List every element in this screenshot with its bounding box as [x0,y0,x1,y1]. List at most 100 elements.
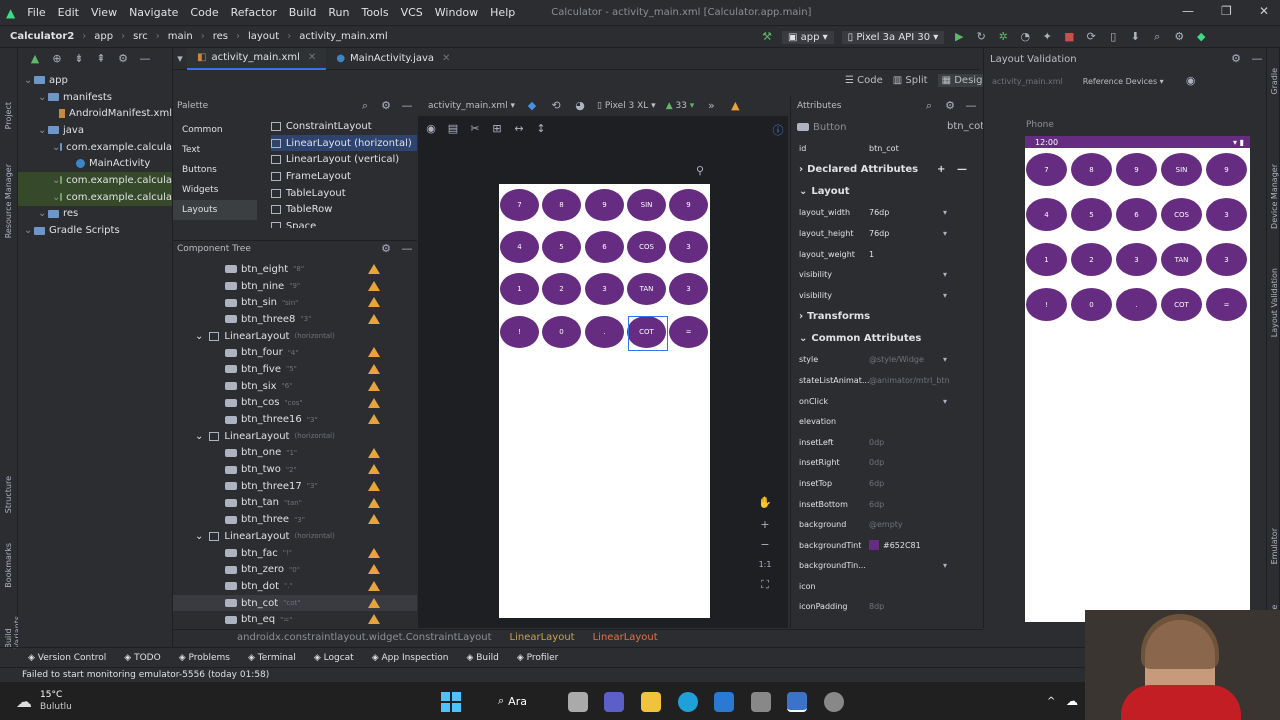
hide-panel-icon[interactable]: — [138,52,152,66]
search-icon[interactable]: ⌕ [1150,30,1164,44]
menu-item-code[interactable]: Code [184,6,224,19]
component-tree-row[interactable]: btn_eight "8" [173,261,417,278]
zoom-fit-icon[interactable]: ⛶ [758,578,772,592]
expand-chevron-icon[interactable]: ⌄ [24,75,34,86]
attr-value[interactable]: #652C81 [883,541,921,550]
attr-value[interactable]: 8dp [869,602,884,611]
maximize-icon[interactable]: ❐ [1221,4,1232,18]
collapse-chevron-icon[interactable]: ⌄ [195,531,203,542]
autoconnect-icon[interactable]: ✂ [468,122,482,136]
calc-button[interactable]: 9 [585,189,624,221]
tool-window-logcat[interactable]: ◈ Logcat [314,653,354,663]
component-tree-row[interactable]: btn_five "5" [173,361,417,378]
warning-icon[interactable] [368,564,380,575]
bookmarks-tool-label[interactable]: Bookmarks [4,543,13,588]
component-tree-row[interactable]: btn_three17 "3" [173,478,417,495]
calc-button[interactable]: SIN [627,189,666,221]
attr-value[interactable]: 76dp [869,229,889,238]
attach-debugger-icon[interactable]: ✦ [1040,30,1054,44]
component-tree-hide-icon[interactable]: — [400,242,414,256]
breadcrumb-item[interactable]: res [209,31,232,42]
attributes-gear-icon[interactable]: ⚙ [943,99,957,113]
breadcrumb-item[interactable]: activity_main.xml [295,31,391,42]
calc-button[interactable]: 3 [585,273,624,305]
validation-hide-icon[interactable]: — [1250,52,1264,66]
palette-item[interactable]: FrameLayout [270,168,417,185]
attr-id-value[interactable]: btn_cot [869,144,899,153]
teams-chat-icon[interactable] [604,692,624,712]
expand-chevron-icon[interactable]: ⌄ [38,125,48,136]
project-tool-label[interactable]: Project [4,102,13,129]
debug-icon[interactable]: ✲ [996,30,1010,44]
menu-item-window[interactable]: Window [429,6,484,19]
warning-icon[interactable] [368,547,380,558]
view-mode-split[interactable]: ▥ Split [893,75,928,86]
calc-button[interactable]: . [585,316,624,348]
structure-tool-label[interactable]: Structure [4,476,13,513]
emulator-tool-label[interactable]: Emulator [1270,528,1279,564]
calc-button[interactable]: = [669,316,708,348]
file-explorer-icon[interactable] [641,692,661,712]
tab-close-icon[interactable]: ✕ [442,53,450,64]
taskbar-search[interactable]: ⌕ Ara [498,694,527,708]
calc-button[interactable]: 6 [585,231,624,263]
component-tree-row[interactable]: btn_dot "." [173,578,417,595]
warning-icon[interactable] [368,597,380,608]
project-tree-item[interactable]: AndroidManifest.xml [18,105,172,122]
component-tree-gear-icon[interactable]: ⚙ [379,242,393,256]
palette-item[interactable]: Space [270,218,417,228]
collapse-chevron-icon[interactable]: ⌄ [195,431,203,442]
section-common-attributes[interactable]: ⌄ Common Attributes [791,328,980,350]
warning-icon[interactable] [368,297,380,308]
calc-button[interactable]: 1 [500,273,539,305]
preview-device-select[interactable]: ▯ Pixel 3 XL ▾ [597,101,656,111]
tool-window-problems[interactable]: ◈ Problems [179,653,230,663]
calc-button[interactable]: COS [627,231,666,263]
calc-button[interactable]: 4 [500,231,539,263]
visibility-eye-icon[interactable]: ◉ [1184,74,1198,88]
start-windows-icon[interactable] [441,692,461,712]
component-tree-row[interactable]: btn_zero "0" [173,561,417,578]
component-tree-row[interactable]: btn_fac "!" [173,545,417,562]
warning-icon[interactable] [368,364,380,375]
palette-item[interactable]: LinearLayout (vertical) [270,151,417,168]
tray-cloud-icon[interactable]: ☁ [1066,694,1078,708]
palette-gear-icon[interactable]: ⚙ [379,99,393,113]
attributes-hide-icon[interactable]: — [964,99,978,113]
expand-chevron-icon[interactable]: ⌄ [52,175,60,186]
warning-icon[interactable] [368,464,380,475]
menu-item-build[interactable]: Build [283,6,323,19]
add-attribute-icon[interactable]: + [937,164,945,175]
component-tree-row[interactable]: ⌄ LinearLayout (horizontal) [173,428,417,445]
project-tree-item[interactable]: ⌄ manifests [18,89,172,106]
component-tree-row[interactable]: btn_tan "tan" [173,495,417,512]
menu-item-view[interactable]: View [85,6,123,19]
warning-icon[interactable]: ▲ [728,99,742,113]
warning-icon[interactable] [368,480,380,491]
calc-button[interactable]: TAN [627,273,666,305]
calc-button[interactable]: ! [500,316,539,348]
component-tree-row[interactable]: btn_cot "cot" [173,594,417,612]
attr-value[interactable]: 6dp [869,479,884,488]
attributes-search-icon[interactable]: ⌕ [922,99,936,113]
attr-value[interactable]: @animator/mtrl_btn [869,376,950,385]
breadcrumb-item[interactable]: layout [244,31,283,42]
section-layout[interactable]: ⌄ Layout [791,181,980,203]
editor-tab[interactable]: ● MainActivity.java ✕ [326,48,460,70]
warning-icon[interactable] [368,497,380,508]
warning-icon[interactable] [368,447,380,458]
calc-button[interactable]: 3 [669,273,708,305]
attr-value[interactable]: 76dp [869,208,889,217]
menu-item-help[interactable]: Help [484,6,521,19]
task-view-icon[interactable] [568,692,588,712]
attr-value[interactable]: 0dp [869,458,884,467]
menu-item-navigate[interactable]: Navigate [123,6,184,19]
gradle-tool-label[interactable]: Gradle [1270,68,1279,95]
palette-item[interactable]: ConstraintLayout [270,118,417,135]
section-declared-attributes[interactable]: › Declared Attributes + — [791,159,980,181]
design-mode-icon[interactable]: ◆ [525,99,539,113]
warning-icon[interactable] [368,414,380,425]
pack-horizontal-icon[interactable]: ↔ [512,122,526,136]
expand-chevron-icon[interactable]: ⌄ [52,192,60,203]
dropdown-arrow-icon[interactable]: ▾ [943,208,947,217]
